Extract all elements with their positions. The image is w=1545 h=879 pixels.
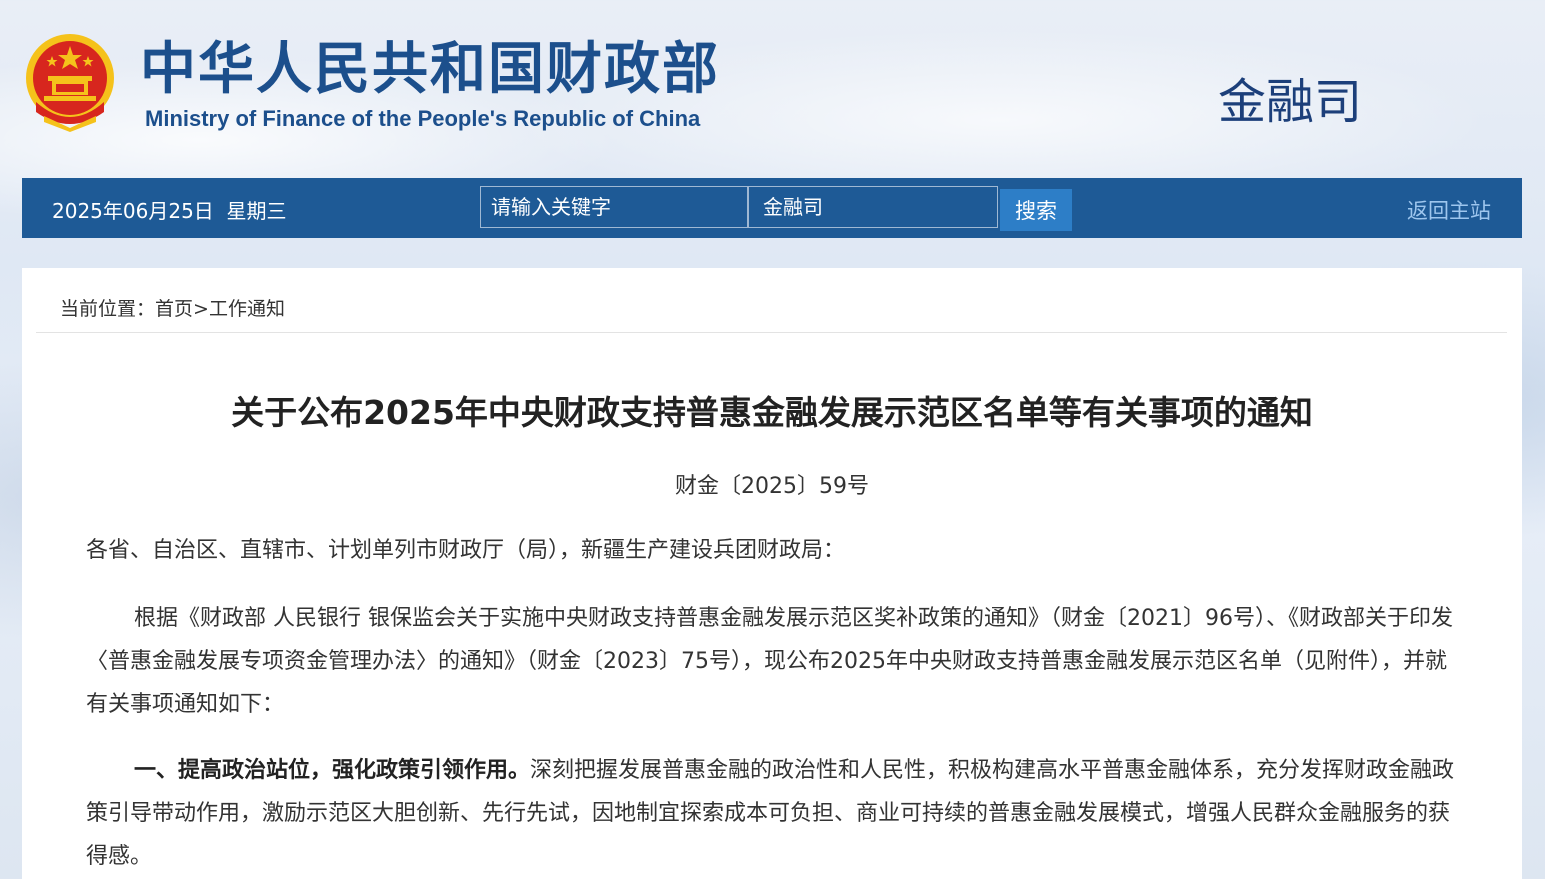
- search-input[interactable]: [480, 186, 748, 228]
- national-emblem-icon: [22, 32, 118, 132]
- current-date: 2025年06月25日 星期三: [52, 199, 287, 223]
- paragraph-2-heading: 一、提高政治站位，强化政策引领作用。: [134, 758, 531, 783]
- breadcrumb-prefix: 当前位置：: [60, 298, 156, 320]
- site-subtitle: Ministry of Finance of the People's Repu…: [145, 106, 701, 131]
- return-home-link[interactable]: 返回主站: [1407, 195, 1491, 225]
- navbar: 2025年06月25日 星期三 金融司 搜索 返回主站: [22, 178, 1522, 238]
- search-button[interactable]: 搜索: [1000, 189, 1072, 231]
- paragraph-1: 根据《财政部 人民银行 银保监会关于实施中央财政支持普惠金融发展示范区奖补政策的…: [86, 606, 1453, 717]
- salutation: 各省、自治区、直辖市、计划单列市财政厅（局），新疆生产建设兵团财政局：: [86, 538, 846, 563]
- paragraph-2: 一、提高政治站位，强化政策引领作用。深刻把握发展普惠金融的政治性和人民性，积极构…: [86, 749, 1458, 878]
- breadcrumb-home-link[interactable]: 首页: [155, 298, 193, 320]
- site-title: 中华人民共和国财政部: [140, 37, 720, 102]
- search-scope-select[interactable]: 金融司: [748, 186, 998, 228]
- document-number: 财金〔2025〕59号: [675, 474, 869, 499]
- document-title: 关于公布2025年中央财政支持普惠金融发展示范区名单等有关事项的通知: [231, 393, 1313, 432]
- department-name: 金融司: [1218, 74, 1363, 130]
- breadcrumb: 当前位置：首页>工作通知: [60, 294, 285, 321]
- divider: [36, 332, 1507, 333]
- content-panel: 当前位置：首页>工作通知 关于公布2025年中央财政支持普惠金融发展示范区名单等…: [22, 268, 1522, 879]
- breadcrumb-separator: >: [193, 298, 209, 320]
- breadcrumb-current-link[interactable]: 工作通知: [209, 298, 285, 320]
